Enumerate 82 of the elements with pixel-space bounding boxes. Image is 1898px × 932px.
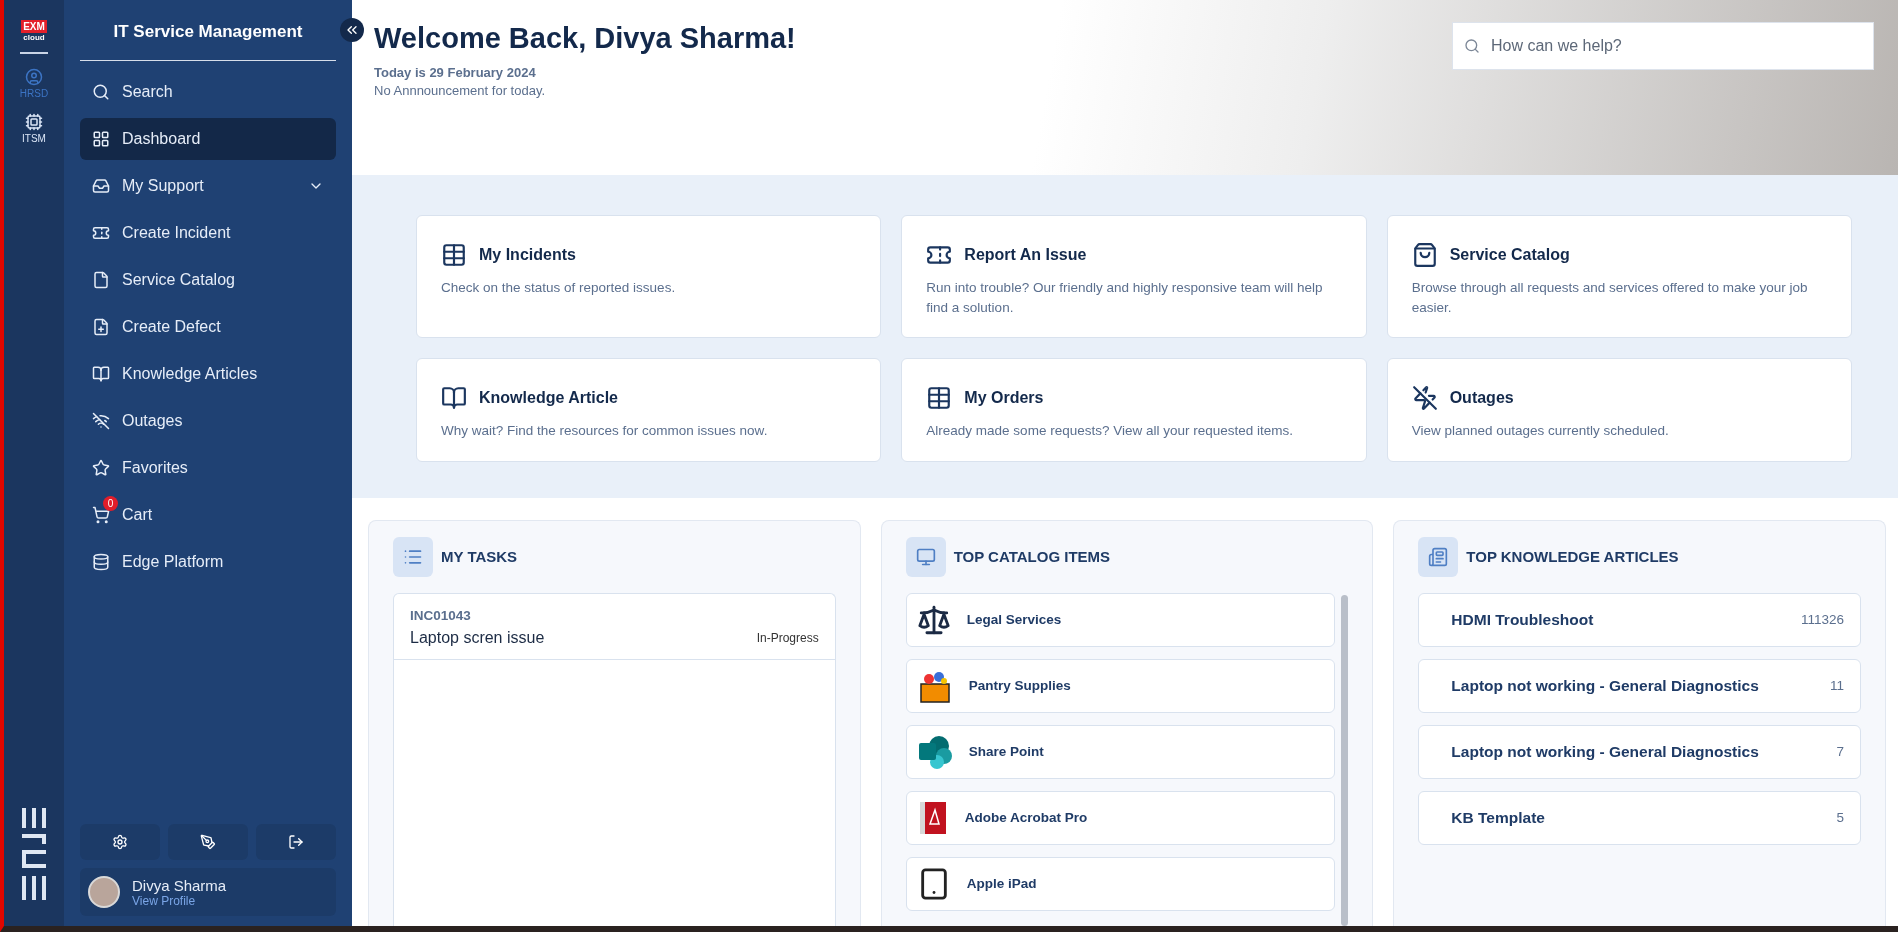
article-row[interactable]: Laptop not working - General Diagnostics 7 bbox=[1418, 724, 1861, 779]
view-count: 111326 bbox=[1800, 612, 1844, 628]
monitor-icon bbox=[915, 546, 936, 567]
avatar bbox=[88, 876, 120, 908]
view-profile-link[interactable]: View Profile bbox=[132, 893, 227, 908]
article-title: HDMI Troubleshoot bbox=[1451, 610, 1594, 629]
tray-icon bbox=[92, 177, 110, 195]
app-switch-item[interactable]: ITSM bbox=[22, 113, 46, 144]
shortcut-card[interactable]: My Orders Already made some requests? View all your requested items. bbox=[901, 358, 1367, 462]
nav-item[interactable]: Create Incident bbox=[80, 212, 336, 254]
nav-item[interactable]: Edge Platform bbox=[80, 541, 336, 583]
shortcut-card[interactable]: Report An Issue Run into trouble? Our friendly and highly responsive team will help find a solution. bbox=[901, 215, 1367, 339]
article-title: Laptop not working - General Diagnostics bbox=[1451, 676, 1759, 695]
article-row[interactable]: HDMI Troubleshoot 111326 bbox=[1418, 592, 1861, 647]
nav-item[interactable]: Dashboard bbox=[80, 118, 336, 160]
logout-button[interactable] bbox=[256, 824, 336, 860]
task-number: INC01043 bbox=[410, 607, 472, 623]
user-name: Divya Sharma bbox=[132, 876, 227, 894]
task-title: Laptop scren issue bbox=[410, 628, 545, 647]
collapse-button[interactable] bbox=[340, 18, 364, 42]
settings-icon bbox=[112, 834, 128, 850]
book-icon bbox=[92, 365, 110, 383]
table-icon bbox=[926, 385, 953, 412]
article-title: Laptop not working - General Diagnostics bbox=[1451, 742, 1759, 761]
nav-item[interactable]: 0 Cart bbox=[80, 494, 336, 536]
catalog-item[interactable]: Share Point bbox=[905, 724, 1336, 779]
panel-title: TOP CATALOG ITEMS bbox=[953, 548, 1111, 566]
catalog-item[interactable]: Pantry Supplies bbox=[905, 658, 1336, 713]
logout-icon bbox=[288, 834, 304, 850]
cart-icon bbox=[92, 506, 110, 524]
view-count: 7 bbox=[1836, 744, 1844, 760]
shortcut-card[interactable]: My Incidents Check on the status of reported issues. bbox=[416, 215, 882, 339]
newspaper-icon bbox=[1428, 546, 1449, 567]
welcome-title: Welcome Back, Divya Sharma! bbox=[374, 22, 796, 55]
table-icon bbox=[441, 242, 467, 268]
nav-item[interactable]: My Support bbox=[80, 165, 336, 207]
announcement-text: No Annnouncement for today. bbox=[374, 83, 547, 98]
scrollbar[interactable] bbox=[1341, 594, 1349, 926]
nav-item[interactable]: Service Catalog bbox=[80, 259, 336, 301]
nav-item[interactable]: Search bbox=[80, 71, 336, 113]
count-badge: 0 bbox=[103, 496, 118, 511]
catalog-item[interactable]: Adobe Acrobat Pro bbox=[905, 790, 1336, 845]
document-icon bbox=[92, 271, 110, 289]
chip-icon bbox=[25, 113, 43, 131]
panel-title: TOP KNOWLEDGE ARTICLES bbox=[1466, 548, 1679, 566]
theme-button[interactable] bbox=[168, 824, 248, 860]
brand-logo: EXM cloud bbox=[20, 20, 48, 54]
panel-title: MY TASKS bbox=[441, 548, 518, 566]
shortcut-card[interactable]: Knowledge Article Why wait? Find the resources for common issues now. bbox=[416, 358, 882, 462]
bag-icon bbox=[1411, 242, 1438, 268]
task-status: In-Progress bbox=[756, 630, 819, 645]
book-icon bbox=[441, 385, 467, 412]
task-row[interactable]: INC01043 Laptop scren issue In-Progress bbox=[394, 593, 835, 660]
user-circle-icon bbox=[25, 68, 43, 86]
article-row[interactable]: KB Template 5 bbox=[1418, 790, 1861, 845]
date-text: Today is 29 February 2024 bbox=[374, 65, 537, 80]
catalog-item[interactable]: Legal Services bbox=[905, 592, 1336, 647]
article-row[interactable]: Laptop not working - General Diagnostics 11 bbox=[1418, 658, 1861, 713]
view-count: 11 bbox=[1829, 678, 1844, 694]
settings-button[interactable] bbox=[80, 824, 160, 860]
search-icon bbox=[1464, 38, 1480, 54]
sidebar-title: IT Service Management bbox=[80, 0, 336, 61]
nav-item[interactable]: Create Defect bbox=[80, 306, 336, 348]
grid-icon bbox=[92, 130, 110, 148]
document-plus-icon bbox=[92, 318, 110, 336]
catalog-item[interactable]: Apple iPad bbox=[905, 856, 1336, 911]
database-icon bbox=[92, 553, 110, 571]
search-icon bbox=[92, 83, 110, 101]
sharepoint-icon bbox=[916, 733, 953, 770]
nav-item[interactable]: Outages bbox=[80, 400, 336, 442]
pen-icon bbox=[200, 834, 216, 850]
star-icon bbox=[92, 459, 110, 477]
shortcut-card[interactable]: Service Catalog Browse through all requests and services offered to make your job easier. bbox=[1386, 215, 1852, 339]
article-title: KB Template bbox=[1451, 808, 1545, 827]
search-field[interactable]: How can we help? bbox=[1452, 22, 1874, 70]
ticket-icon bbox=[92, 224, 110, 242]
signal-off-icon bbox=[92, 412, 110, 430]
nav-item[interactable]: Favorites bbox=[80, 447, 336, 489]
bolt-off-icon bbox=[1411, 385, 1438, 412]
nav-item[interactable]: Knowledge Articles bbox=[80, 353, 336, 395]
view-count: 5 bbox=[1836, 810, 1844, 826]
shortcut-card[interactable]: Outages View planned outages currently scheduled. bbox=[1386, 358, 1852, 462]
